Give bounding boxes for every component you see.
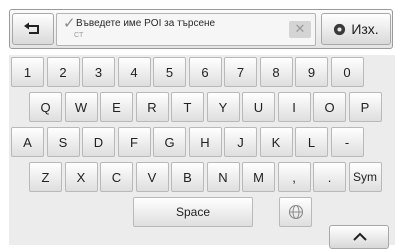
exit-button[interactable]: Изх. [321,13,391,45]
key-h[interactable]: H [188,127,222,157]
key-l[interactable]: L [295,127,328,157]
key-4[interactable]: 4 [117,57,151,87]
key-a[interactable]: A [11,127,44,157]
key-u[interactable]: U [242,92,275,122]
key-f[interactable]: F [117,127,151,157]
key-p[interactable]: P [348,92,382,122]
key-0[interactable]: 0 [330,57,364,87]
back-arrow-icon [24,22,39,34]
key-r[interactable]: R [135,92,169,122]
key-9[interactable]: 9 [295,57,328,87]
key-x[interactable]: X [64,162,98,192]
key-dash[interactable]: - [330,127,364,157]
key-6[interactable]: 6 [188,57,222,87]
key-comma[interactable]: , [277,162,311,192]
key-n[interactable]: N [206,162,240,192]
key-j[interactable]: J [224,127,257,157]
key-5[interactable]: 5 [153,57,186,87]
hide-keyboard-button[interactable] [329,225,389,249]
language-key[interactable] [279,197,312,227]
key-3[interactable]: 3 [82,57,115,87]
key-e[interactable]: E [100,92,133,122]
on-screen-keyboard: 1234567890QWERTYUIOPASDFGHJKL-ZXCVBNM,.S… [9,55,395,249]
key-2[interactable]: 2 [46,57,80,87]
key-q[interactable]: Q [29,92,62,122]
search-placeholder: Въведете име POI за търсене [76,18,216,29]
key-o[interactable]: O [313,92,346,122]
key-g[interactable]: G [153,127,186,157]
cursor-label: CT [74,32,84,39]
poi-search-screen: ✓ Въведете име POI за търсене CT ✕ Изх. … [0,0,395,249]
key-v[interactable]: V [135,162,169,192]
exit-label: Изх. [351,21,379,37]
chevron-up-icon [353,232,367,241]
key-d[interactable]: D [82,127,115,157]
gear-icon [334,23,346,35]
key-8[interactable]: 8 [259,57,293,87]
key-k[interactable]: K [259,127,293,157]
key-7[interactable]: 7 [224,57,257,87]
globe-icon [288,204,303,220]
space-key[interactable]: Space [133,197,253,227]
back-button[interactable] [12,13,54,45]
clear-button[interactable]: ✕ [289,21,311,38]
search-bar: ✓ Въведете име POI за търсене CT ✕ Изх. [9,9,393,49]
key-m[interactable]: M [242,162,275,192]
key-s[interactable]: S [46,127,80,157]
key-c[interactable]: C [100,162,133,192]
key-1[interactable]: 1 [11,57,44,87]
key-t[interactable]: T [171,92,204,122]
search-input[interactable]: ✓ Въведете име POI за търсене CT ✕ [56,13,316,46]
key-i[interactable]: I [277,92,311,122]
key-z[interactable]: Z [29,162,62,192]
key-b[interactable]: B [171,162,204,192]
key-y[interactable]: Y [206,92,240,122]
check-icon: ✓ [63,14,76,32]
key-period[interactable]: . [313,162,346,192]
key-sym[interactable]: Sym [348,162,382,192]
key-w[interactable]: W [64,92,98,122]
